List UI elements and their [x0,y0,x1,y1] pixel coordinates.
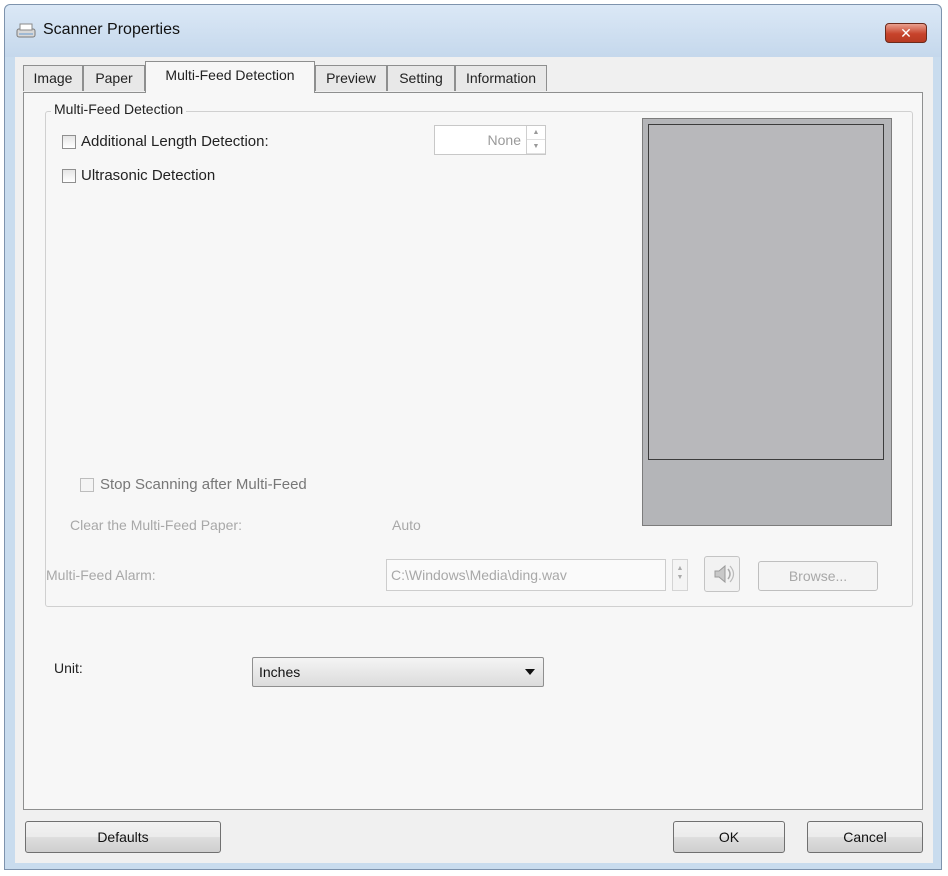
clear-paper-value[interactable]: Auto [392,517,421,533]
group-title: Multi-Feed Detection [51,101,187,117]
tab-label: Multi-Feed Detection [165,67,295,83]
title-bar[interactable]: Scanner Properties ✕ [5,5,941,57]
paper-preview [642,118,892,526]
speaker-icon [714,564,735,584]
length-value: None [487,132,521,148]
length-detection-label: Additional Length Detection: [81,133,269,150]
tab-paper[interactable]: Paper [83,65,145,91]
length-spinner[interactable]: ▲ ▼ [526,126,545,154]
tab-label: Information [465,70,537,86]
ultrasonic-detection-label: Ultrasonic Detection [81,167,216,184]
tab-image[interactable]: Image [23,65,83,91]
spin-up-icon[interactable]: ▲ [673,565,687,572]
play-alarm-button[interactable] [704,556,740,592]
cancel-button[interactable]: Cancel [807,821,923,853]
length-detection-checkbox[interactable] [62,135,76,149]
chevron-down-icon [525,669,535,675]
multi-feed-tab-panel: Multi-Feed Detection Additional Length D… [23,92,923,810]
paper-outline [648,124,884,460]
clear-paper-label: Clear the Multi-Feed Paper: [70,517,242,533]
unit-value: Inches [259,664,301,680]
spin-down-icon[interactable]: ▼ [673,574,687,581]
alarm-label: Multi-Feed Alarm: [46,567,156,583]
tab-label: Setting [399,70,443,86]
unit-label: Unit: [54,660,83,676]
browse-button[interactable]: Browse... [758,561,878,591]
dialog-client-area: Image Paper Multi-Feed Detection Preview… [15,57,933,863]
close-icon: ✕ [900,25,912,41]
tab-setting[interactable]: Setting [387,65,455,91]
spin-down-icon[interactable]: ▼ [527,140,545,154]
length-spin-field[interactable]: None ▲ ▼ [434,125,546,155]
ultrasonic-detection-checkbox[interactable] [62,169,76,183]
ok-button[interactable]: OK [673,821,785,853]
tab-preview[interactable]: Preview [315,65,387,91]
defaults-button[interactable]: Defaults [25,821,221,853]
stop-scanning-checkbox[interactable] [80,478,94,492]
window-title: Scanner Properties [43,21,180,38]
alarm-spinner[interactable]: ▲ ▼ [672,559,688,591]
tab-label: Paper [95,70,133,86]
spin-up-icon[interactable]: ▲ [527,126,545,140]
tab-information[interactable]: Information [455,65,547,91]
scanner-icon [16,23,36,38]
tab-multi-feed-detection[interactable]: Multi-Feed Detection [145,61,315,93]
tab-label: Preview [326,70,376,86]
alarm-path-field[interactable]: C:\Windows\Media\ding.wav [386,559,666,591]
scanner-properties-window: Scanner Properties ✕ Image Paper Multi-F… [4,4,942,870]
stop-scanning-label: Stop Scanning after Multi-Feed [100,476,307,493]
tab-label: Image [33,70,73,86]
close-button[interactable]: ✕ [885,23,927,43]
unit-dropdown[interactable]: Inches [252,657,544,687]
